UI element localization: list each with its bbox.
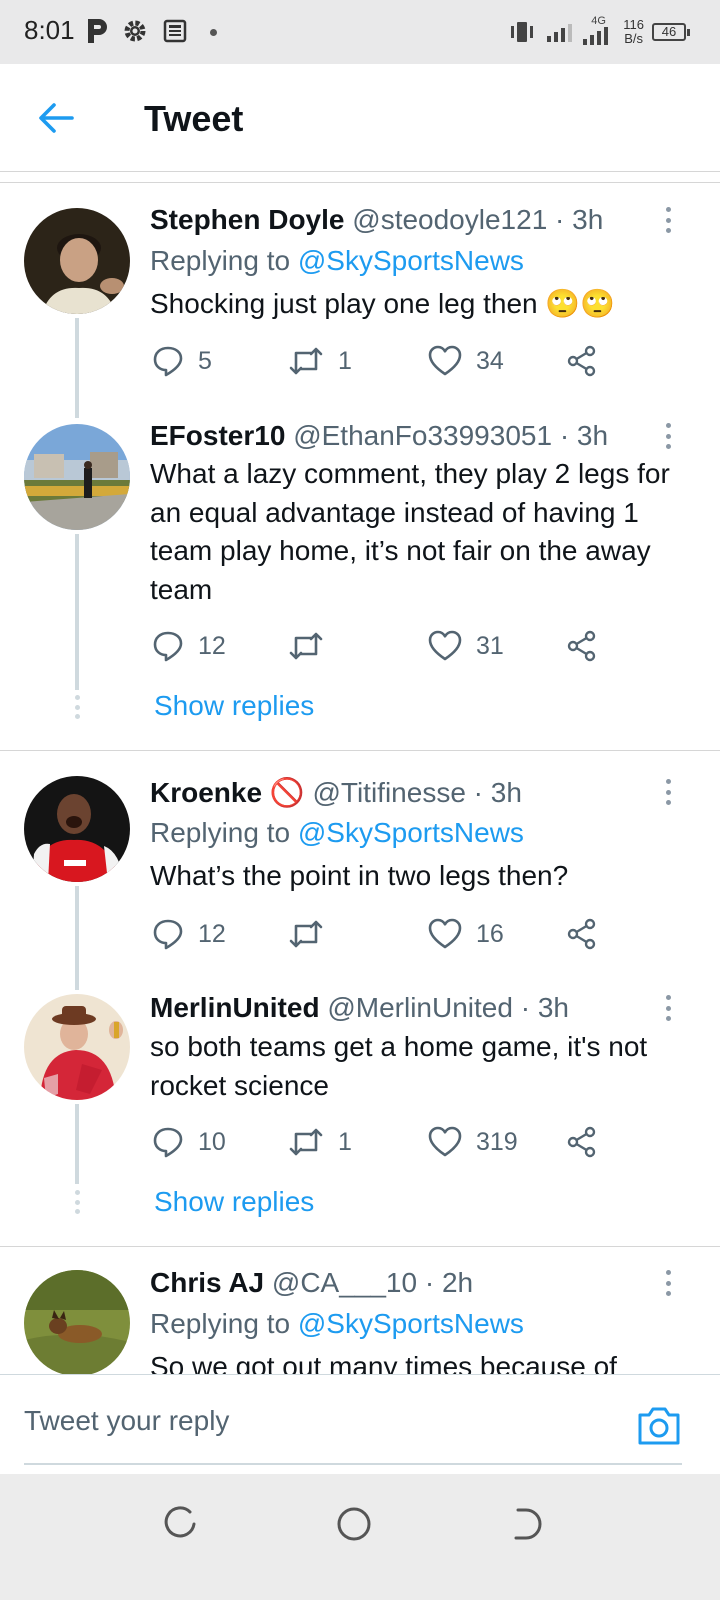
tweet-text: So we got out many times because of	[150, 1351, 617, 1374]
tweet-header: Chris AJ @CA___10 · 2h	[150, 1267, 473, 1299]
mention-link[interactable]: @SkySportsNews	[298, 1308, 524, 1339]
reply-underline	[24, 1463, 682, 1465]
replying-to: Replying to @SkySportsNews	[150, 1308, 524, 1340]
replying-to-label: Replying to	[150, 1308, 298, 1339]
handle: @CA___10 · 2h	[271, 1267, 474, 1298]
display-name[interactable]: Chris AJ	[150, 1267, 264, 1298]
camera-icon[interactable]	[636, 1405, 682, 1447]
recent-apps-icon[interactable]	[160, 1504, 200, 1544]
avatar[interactable]	[24, 1270, 130, 1374]
system-nav-bar	[0, 1474, 720, 1600]
tweet-item[interactable]: Chris AJ @CA___10 · 2h Replying to @SkyS…	[0, 0, 720, 1374]
back-nav-icon[interactable]	[508, 1504, 548, 1544]
reply-composer	[0, 1374, 720, 1474]
reply-input[interactable]	[24, 1405, 614, 1437]
home-icon[interactable]	[334, 1504, 374, 1544]
avatar-photo-chris	[24, 1270, 130, 1374]
more-options-icon[interactable]	[664, 1270, 672, 1296]
